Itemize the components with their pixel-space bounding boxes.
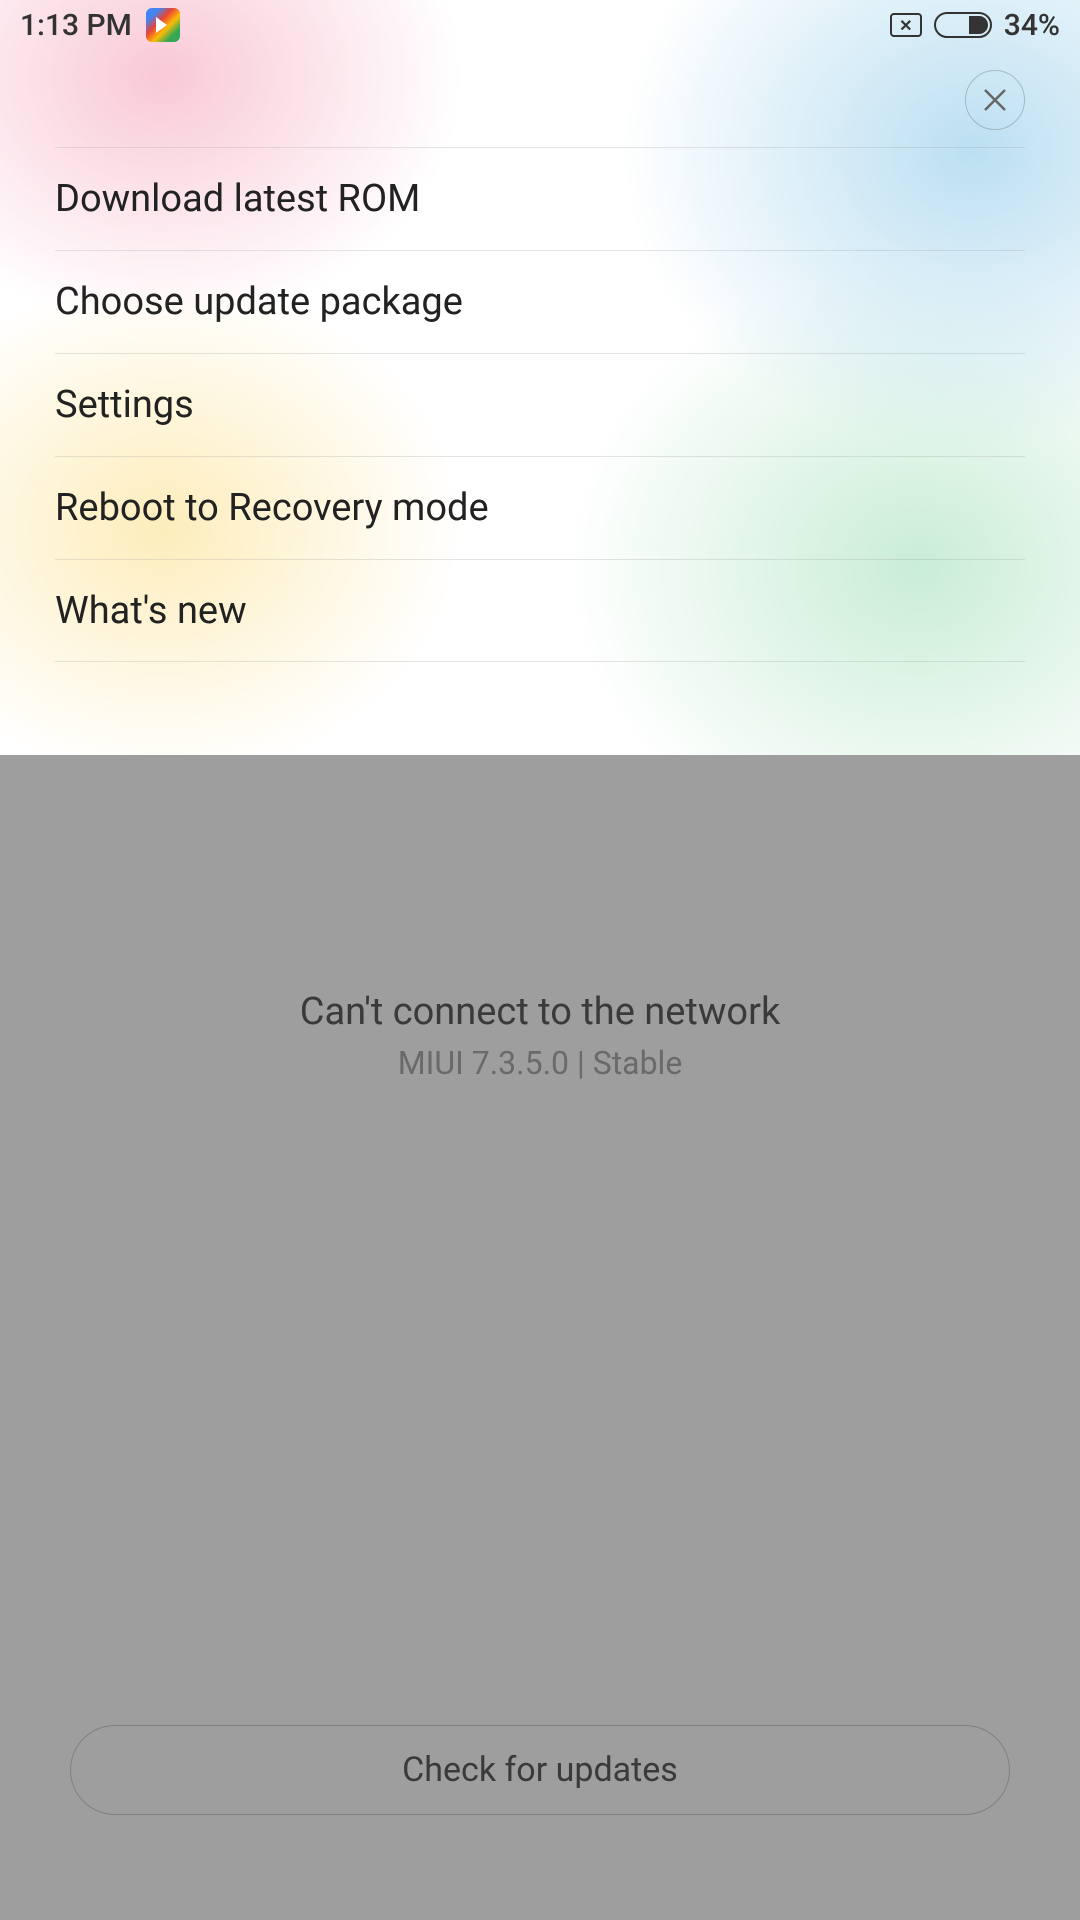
menu-item-settings[interactable]: Settings [55, 353, 1025, 456]
miui-version: MIUI 7.3.5.0 | Stable [398, 1044, 683, 1082]
update-status-section: Can't connect to the network MIUI 7.3.5.… [0, 755, 1080, 1920]
status-bar-left: 1:13 PM [20, 8, 180, 43]
status-bar-right: 34% [890, 8, 1060, 43]
menu-item-download-rom[interactable]: Download latest ROM [55, 147, 1025, 250]
menu-item-whats-new[interactable]: What's new [55, 559, 1025, 662]
check-updates-button[interactable]: Check for updates [70, 1725, 1010, 1815]
menu-item-reboot-recovery[interactable]: Reboot to Recovery mode [55, 456, 1025, 559]
menu-item-label: Choose update package [55, 280, 463, 324]
status-bar: 1:13 PM 34% [0, 0, 1080, 50]
menu-item-label: Settings [55, 383, 194, 427]
close-button[interactable] [965, 70, 1025, 130]
menu-item-choose-package[interactable]: Choose update package [55, 250, 1025, 353]
check-updates-label: Check for updates [402, 1750, 678, 1790]
menu-item-label: What's new [55, 589, 247, 633]
menu-item-label: Reboot to Recovery mode [55, 486, 489, 530]
menu-list: Download latest ROM Choose update packag… [55, 50, 1025, 662]
close-icon [981, 86, 1009, 114]
play-store-icon [146, 8, 180, 42]
status-time: 1:13 PM [20, 8, 132, 43]
menu-item-label: Download latest ROM [55, 177, 420, 221]
network-error-message: Can't connect to the network [300, 990, 780, 1034]
menu-overlay: Download latest ROM Choose update packag… [0, 50, 1080, 662]
battery-percent: 34% [1004, 8, 1060, 43]
battery-icon [934, 12, 992, 38]
no-sim-icon [890, 13, 922, 37]
